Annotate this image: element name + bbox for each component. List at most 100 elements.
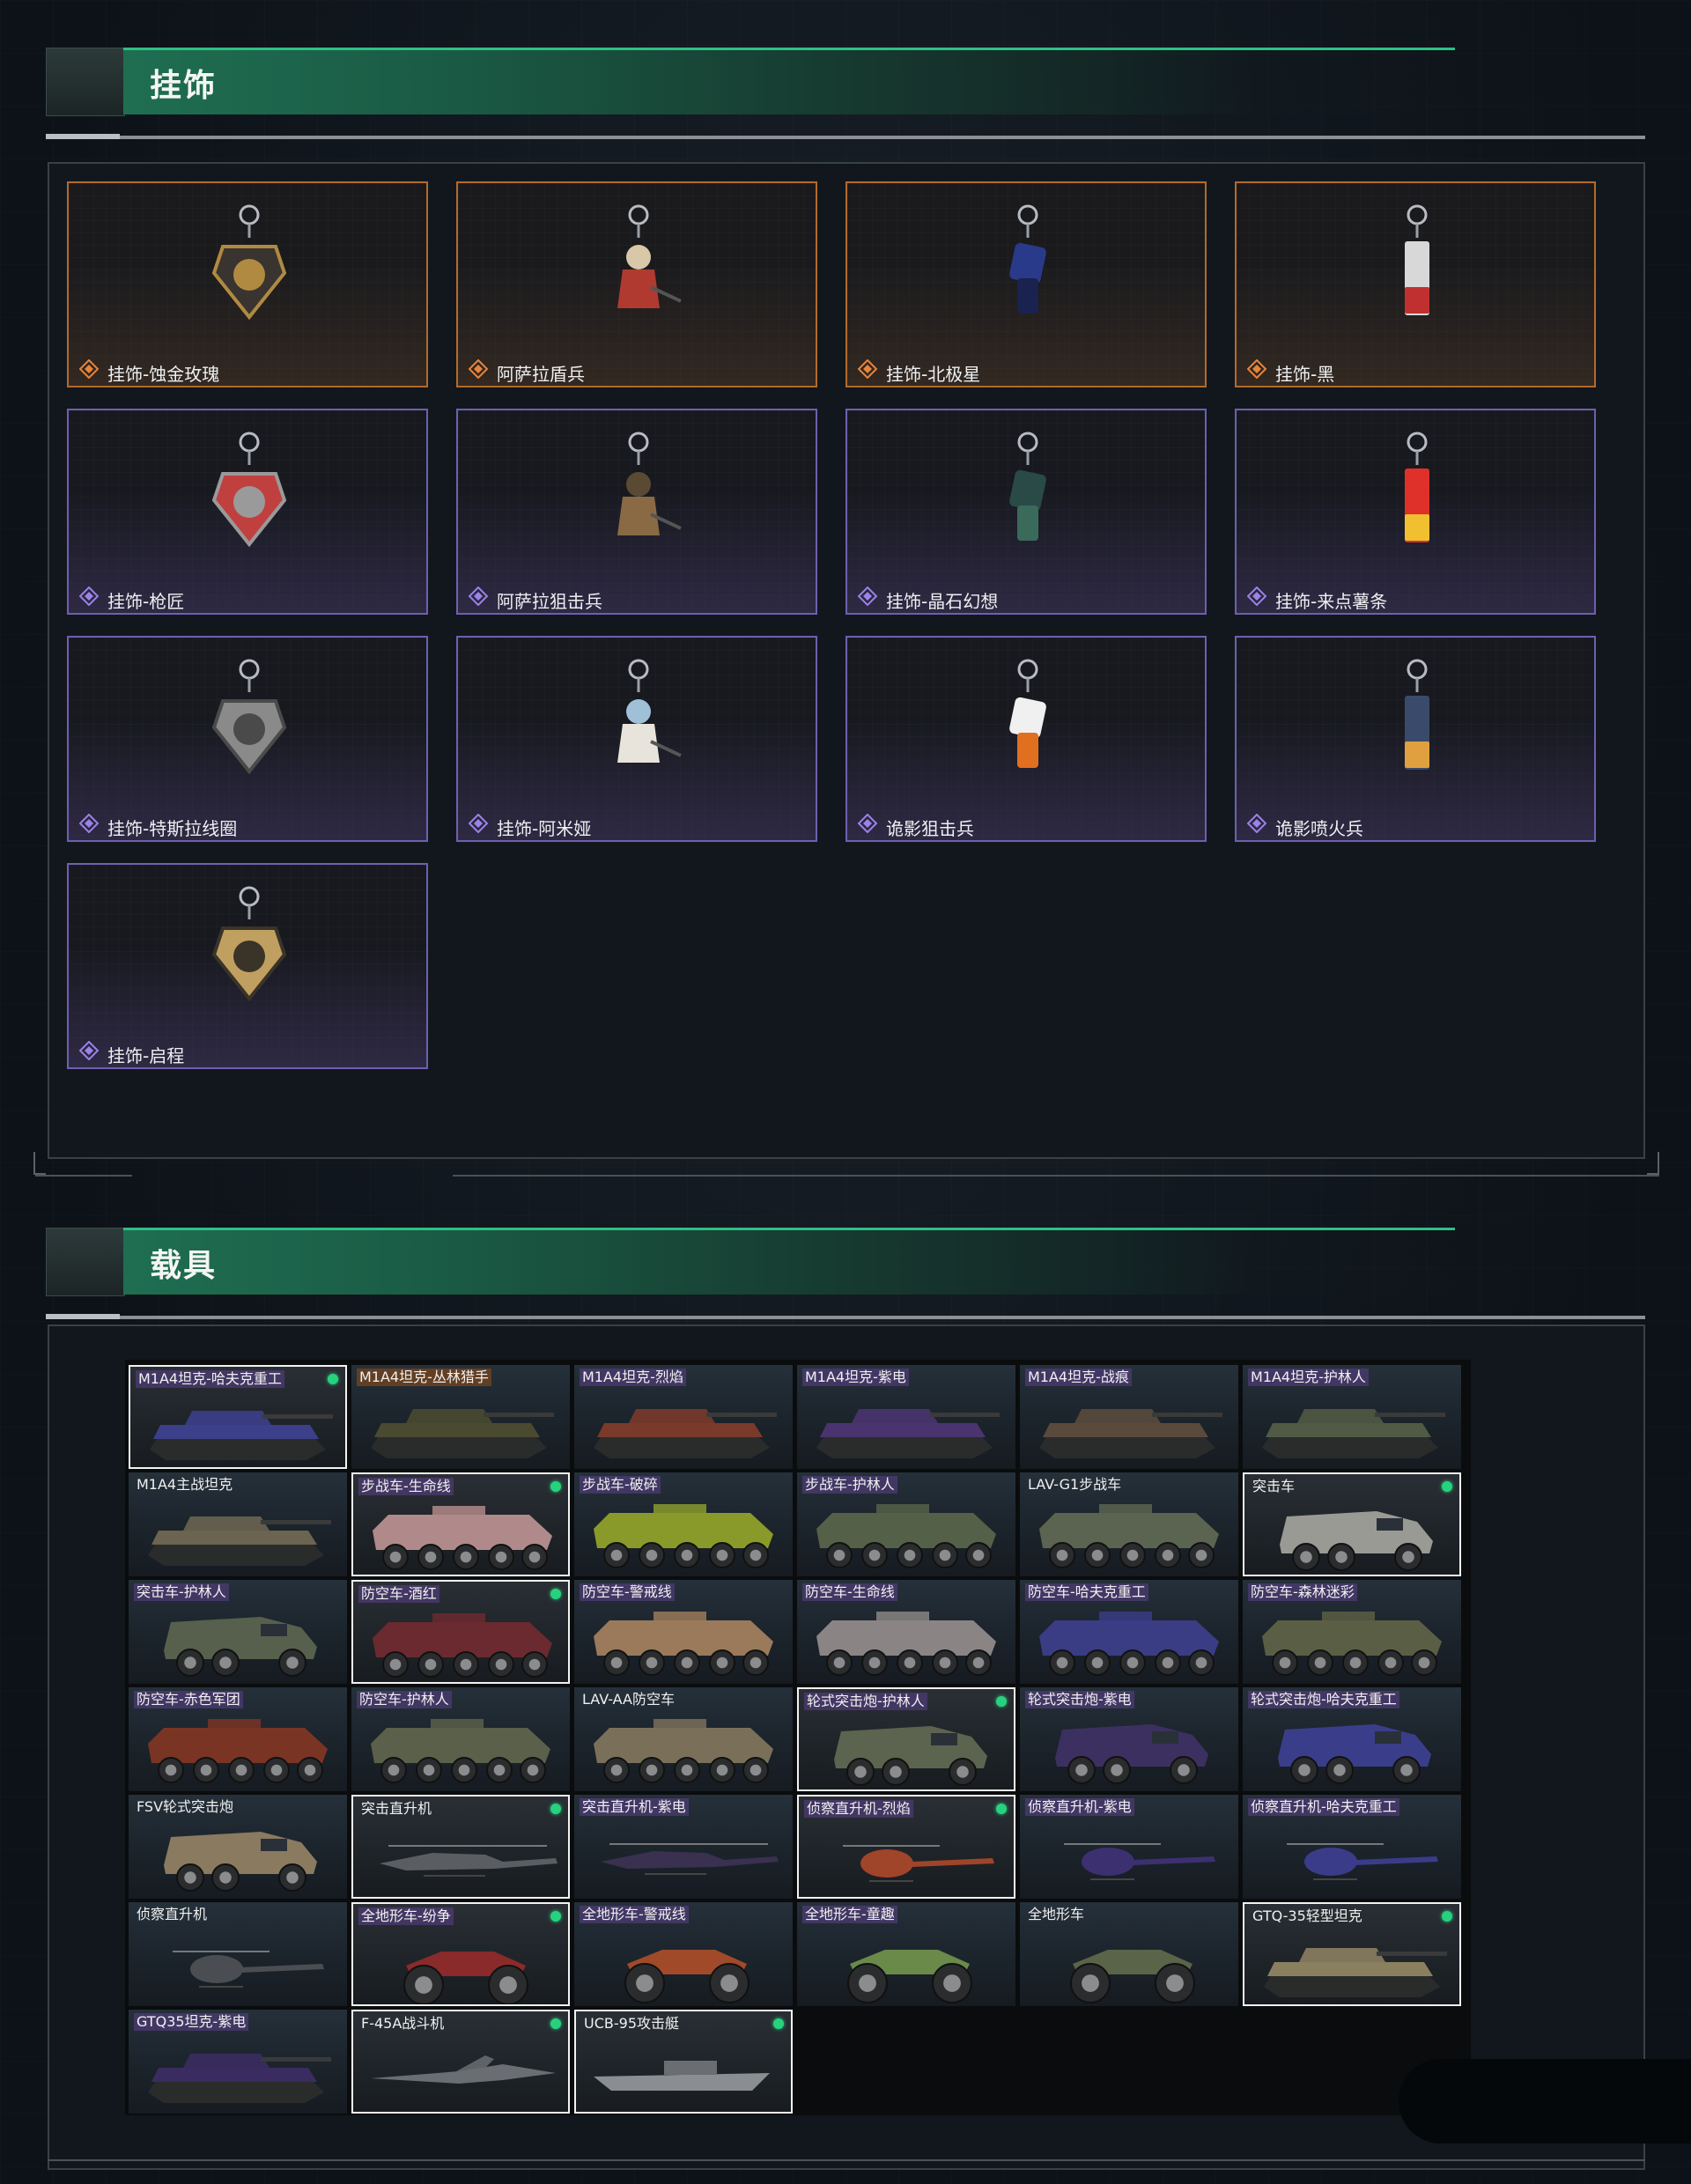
vehicle-tile[interactable]: 突击车-护林人 xyxy=(129,1580,347,1684)
charm-card[interactable]: 挂饰-枪匠 xyxy=(67,409,428,615)
vehicle-name: 步战车-破碎 xyxy=(580,1476,661,1494)
owned-indicator-dot xyxy=(550,2018,561,2029)
vehicle-name: M1A4主战坦克 xyxy=(137,1476,233,1493)
truck-vehicle-icon xyxy=(1280,1511,1433,1571)
charm-card[interactable]: 挂饰-阿米娅 xyxy=(456,636,817,842)
departure-medal-charm-icon xyxy=(211,886,287,1002)
owned-indicator-dot xyxy=(328,1374,338,1384)
ifv-vehicle-icon xyxy=(373,1506,552,1570)
shield-soldier-charm-icon xyxy=(617,204,682,308)
vehicle-tile[interactable]: 步战车-护林人 xyxy=(797,1472,1015,1576)
vehicle-name: GTQ-35轻型坦克 xyxy=(1252,1907,1362,1924)
vehicle-tile[interactable]: F-45A战斗机 xyxy=(351,2010,570,2114)
vehicle-tile[interactable]: M1A4坦克-战痕 xyxy=(1020,1365,1238,1469)
vehicle-name: 全地形车 xyxy=(1028,1906,1085,1922)
charm-card[interactable]: 挂饰-北极星 xyxy=(846,181,1207,387)
vehicle-tile[interactable]: 防空车-赤色军团 xyxy=(129,1687,347,1791)
vehicle-tile[interactable]: M1A4坦克-丛林猎手 xyxy=(351,1365,570,1469)
heli-vehicle-icon xyxy=(601,1843,779,1875)
vehicle-tile[interactable]: 防空车-护林人 xyxy=(351,1687,570,1791)
gold-rose-charm-icon xyxy=(211,204,287,321)
vehicle-tile[interactable]: 全地形车 xyxy=(1020,1902,1238,2006)
charm-card[interactable]: 阿萨拉盾兵 xyxy=(456,181,817,387)
vehicle-tile[interactable]: 侦察直升机 xyxy=(129,1902,347,2006)
panel-foot-line-long xyxy=(453,1175,1659,1177)
owned-indicator-dot xyxy=(550,1589,561,1599)
vehicle-tile[interactable]: LAV-AA防空车 xyxy=(574,1687,793,1791)
vehicle-tile[interactable]: 防空车-哈夫克重工 xyxy=(1020,1580,1238,1684)
owned-indicator-dot xyxy=(550,1911,561,1922)
vehicle-tile[interactable]: M1A4坦克-紫电 xyxy=(797,1365,1015,1469)
charm-name: 挂饰-启程 xyxy=(107,1045,185,1066)
vehicle-tile[interactable]: 轮式突击炮-哈夫克重工 xyxy=(1243,1687,1461,1791)
charm-card[interactable]: 诡影喷火兵 xyxy=(1235,636,1596,842)
charms-section-header: 挂饰 xyxy=(46,48,1455,116)
vehicle-tile[interactable]: 全地形车-纷争 xyxy=(351,1902,570,2006)
tank-vehicle-icon xyxy=(371,1409,554,1458)
charm-card[interactable]: 挂饰-蚀金玫瑰 xyxy=(67,181,428,387)
vehicle-tile[interactable]: M1A4主战坦克 xyxy=(129,1472,347,1576)
charm-card[interactable]: 诡影狙击兵 xyxy=(846,636,1207,842)
rarity-diamond-icon xyxy=(79,359,99,379)
heli-small-vehicle-icon xyxy=(1287,1843,1438,1880)
tank-vehicle-icon xyxy=(1039,1409,1222,1458)
vehicle-tile[interactable]: 全地形车-童趣 xyxy=(797,1902,1015,2006)
vehicle-name: 突击直升机 xyxy=(361,1800,432,1817)
vehicle-tile[interactable]: 侦察直升机-紫电 xyxy=(1020,1795,1238,1899)
ifv-vehicle-icon xyxy=(148,1719,328,1783)
owned-indicator-dot xyxy=(1442,1481,1452,1492)
vehicle-tile[interactable]: 全地形车-警戒线 xyxy=(574,1902,793,2006)
vehicle-tile[interactable]: 突击直升机 xyxy=(351,1795,570,1899)
charm-card[interactable]: 挂饰-来点薯条 xyxy=(1235,409,1596,615)
charms-section-rule xyxy=(46,134,1645,139)
vehicle-name: 防空车-护林人 xyxy=(357,1691,452,1708)
ifv-vehicle-icon xyxy=(1039,1504,1219,1568)
vehicle-name: 步战车-护林人 xyxy=(802,1476,897,1494)
vehicle-name: M1A4坦克-丛林猎手 xyxy=(357,1369,491,1386)
charm-name: 诡影狙击兵 xyxy=(886,818,974,839)
truck-vehicle-icon xyxy=(1278,1724,1431,1784)
vehicles-section-header: 载具 xyxy=(46,1228,1455,1296)
vehicle-tile[interactable]: GTQ-35轻型坦克 xyxy=(1243,1902,1461,2006)
floating-overlay xyxy=(1399,2059,1691,2143)
vehicle-tile[interactable]: 轮式突击炮-护林人 xyxy=(797,1687,1015,1791)
charm-name: 挂饰-来点薯条 xyxy=(1275,591,1388,612)
ghost-flamer-charm-icon xyxy=(1405,659,1429,770)
vehicle-tile[interactable]: 防空车-警戒线 xyxy=(574,1580,793,1684)
charm-card[interactable]: 挂饰-启程 xyxy=(67,863,428,1069)
owned-indicator-dot xyxy=(550,1481,561,1492)
vehicle-tile[interactable]: 突击车 xyxy=(1243,1472,1461,1576)
panel-corner-right xyxy=(1647,1152,1659,1175)
charm-card[interactable]: 阿萨拉狙击兵 xyxy=(456,409,817,615)
vehicle-tile[interactable]: 步战车-生命线 xyxy=(351,1472,570,1576)
vehicle-tile[interactable]: UCB-95攻击艇 xyxy=(574,2010,793,2114)
header-stub xyxy=(46,48,125,116)
vehicle-tile[interactable]: LAV-G1步战车 xyxy=(1020,1472,1238,1576)
vehicle-name: 全地形车-童趣 xyxy=(802,1906,897,1923)
charm-card[interactable]: 挂饰-晶石幻想 xyxy=(846,409,1207,615)
vehicle-tile[interactable]: 步战车-破碎 xyxy=(574,1472,793,1576)
charm-card[interactable]: 挂饰-黑 xyxy=(1235,181,1596,387)
vehicle-name: M1A4坦克-烈焰 xyxy=(580,1369,686,1386)
vehicle-name: F-45A战斗机 xyxy=(361,2015,445,2032)
panel-foot-line xyxy=(35,1175,132,1177)
vehicle-tile[interactable]: 突击直升机-紫电 xyxy=(574,1795,793,1899)
vehicle-tile[interactable]: 防空车-酒红 xyxy=(351,1580,570,1684)
vehicle-name: 步战车-生命线 xyxy=(358,1478,454,1495)
rarity-diamond-icon xyxy=(79,1041,99,1060)
vehicle-name: FSV轮式突击炮 xyxy=(137,1798,234,1815)
vehicle-tile[interactable]: 防空车-森林迷彩 xyxy=(1243,1580,1461,1684)
vehicle-name: 突击直升机-紫电 xyxy=(580,1798,689,1816)
vehicle-tile[interactable]: M1A4坦克-哈夫克重工 xyxy=(129,1365,347,1469)
black-tag-charm-icon xyxy=(1405,204,1429,315)
vehicle-tile[interactable]: GTQ35坦克-紫电 xyxy=(129,2010,347,2114)
vehicle-tile[interactable]: 侦察直升机-哈夫克重工 xyxy=(1243,1795,1461,1899)
charm-card[interactable]: 挂饰-特斯拉线圈 xyxy=(67,636,428,842)
vehicle-tile[interactable]: 侦察直升机-烈焰 xyxy=(797,1795,1015,1899)
vehicle-tile[interactable]: M1A4坦克-烈焰 xyxy=(574,1365,793,1469)
vehicle-tile[interactable]: 防空车-生命线 xyxy=(797,1580,1015,1684)
vehicle-tile[interactable]: M1A4坦克-护林人 xyxy=(1243,1365,1461,1469)
vehicle-name: 防空车-赤色军团 xyxy=(134,1691,243,1708)
vehicle-tile[interactable]: 轮式突击炮-紫电 xyxy=(1020,1687,1238,1791)
vehicle-tile[interactable]: FSV轮式突击炮 xyxy=(129,1795,347,1899)
